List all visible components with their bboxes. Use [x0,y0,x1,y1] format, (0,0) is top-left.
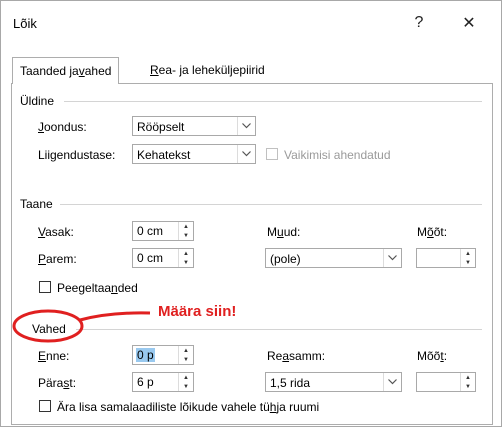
annotation-arrow-line [79,311,151,322]
annotation-text: Määra siin! [158,303,237,320]
annotation-circle [12,309,84,343]
tab-indents-spacing[interactable]: Taanded ja v ahed [12,57,120,84]
